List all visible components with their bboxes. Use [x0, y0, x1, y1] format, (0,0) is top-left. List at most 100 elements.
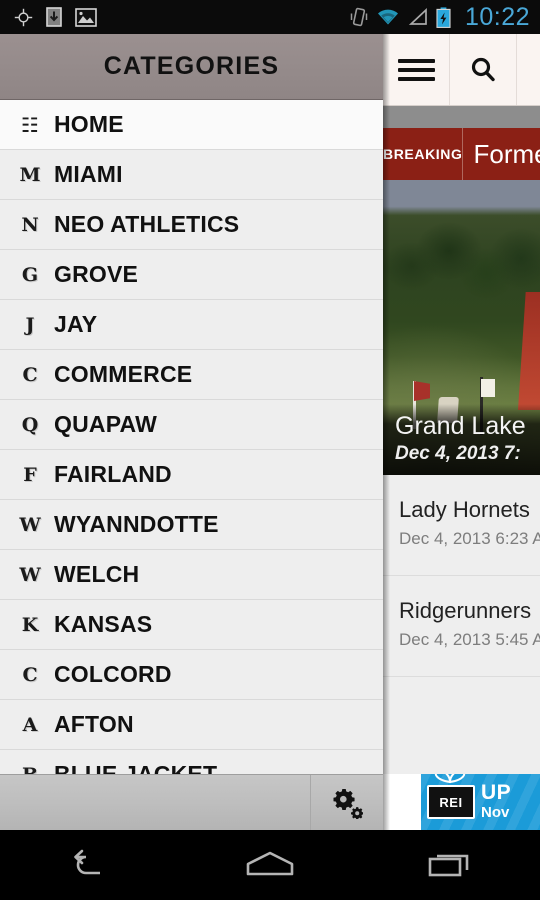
sidebar-item-welch[interactable]: W WELCH — [0, 550, 383, 600]
sidebar-item-miami[interactable]: M MIAMI — [0, 150, 383, 200]
android-screen: 10:22 BREAKING Forme — [0, 0, 540, 900]
sidebar-item-fairland[interactable]: F FAIRLAND — [0, 450, 383, 500]
search-icon — [468, 55, 498, 85]
page-title: CATEGORIES — [103, 52, 280, 80]
status-bar-left-icons — [14, 7, 97, 27]
hero-article-image[interactable]: Grand Lake Dec 4, 2013 7: — [383, 180, 540, 475]
sidebar-item-blue-jacket[interactable]: B BLUE JACKET — [0, 750, 383, 774]
letter-k-icon: K — [21, 613, 39, 636]
article-date: Dec 4, 2013 5:45 A — [399, 630, 540, 649]
letter-j-icon: J — [25, 313, 35, 336]
settings-button[interactable] — [311, 775, 383, 830]
ad-left-margin — [383, 774, 421, 830]
vibrate-icon — [350, 7, 368, 27]
nav-home-button[interactable] — [180, 848, 360, 882]
article-list-item[interactable]: Ridgerunners Dec 4, 2013 5:45 A — [383, 576, 540, 677]
white-flag — [481, 379, 495, 397]
nav-recents-button[interactable] — [360, 848, 540, 882]
letter-g-icon: G — [21, 263, 39, 286]
wifi-icon — [376, 8, 400, 26]
document-icon: ☷ — [21, 112, 39, 137]
sidebar-item-wyanndotte[interactable]: W WYANNDOTTE — [0, 500, 383, 550]
letter-f-icon: F — [23, 463, 37, 486]
breaking-badge: BREAKING — [383, 128, 464, 180]
breaking-headline: Forme — [473, 138, 540, 169]
letter-a-icon: A — [22, 713, 38, 736]
ad-headline: UP — [481, 781, 512, 805]
sidebar-item-label: QUAPAW — [54, 411, 157, 437]
sidebar-item-label: WELCH — [54, 561, 140, 587]
rei-logo: REI — [427, 785, 475, 819]
letter-m-icon: M — [19, 163, 41, 186]
gps-icon — [14, 8, 33, 27]
sidebar-item-kansas[interactable]: K KANSAS — [0, 600, 383, 650]
sidebar-item-label: KANSAS — [54, 611, 153, 637]
sidebar-item-afton[interactable]: A AFTON — [0, 700, 383, 750]
sidebar-item-label: HOME — [54, 111, 124, 137]
red-flag — [414, 381, 430, 401]
sidebar-item-quapaw[interactable]: Q QUAPAW — [0, 400, 383, 450]
home-icon — [243, 848, 297, 882]
hamburger-menu-icon — [397, 54, 435, 86]
ad-subline: Nov — [481, 804, 510, 822]
categories-drawer: CATEGORIES ☷ HOME M MIAMI N NEO ATHLETIC… — [0, 34, 383, 774]
sidebar-item-label: GROVE — [54, 261, 139, 287]
status-bar-clock: 10:22 — [464, 2, 530, 31]
article-title: Lady Hornets — [399, 497, 530, 522]
sidebar-item-colcord[interactable]: C COLCORD — [0, 650, 383, 700]
letter-w-icon: W — [19, 563, 41, 586]
ad-content[interactable]: REI UP Nov — [421, 774, 540, 830]
sidebar-item-label: WYANNDOTTE — [54, 511, 219, 537]
article-list-item[interactable]: Lady Hornets Dec 4, 2013 6:23 A — [383, 475, 540, 576]
app-toolbar — [383, 34, 540, 106]
back-icon — [67, 848, 113, 882]
letter-w-icon: W — [19, 513, 41, 536]
article-title: Ridgerunners — [399, 598, 532, 623]
letter-n-icon: N — [21, 213, 39, 236]
sidebar-item-label: AFTON — [54, 711, 134, 737]
sidebar-item-neo-athletics[interactable]: N NEO ATHLETICS — [0, 200, 383, 250]
status-bar-right-icons: 10:22 — [350, 3, 530, 32]
rei-logo-text: REI — [439, 794, 463, 810]
category-list: ☷ HOME M MIAMI N NEO ATHLETICS G GROVE J… — [0, 100, 383, 774]
android-navigation-bar — [0, 830, 540, 900]
article-list-tail — [383, 677, 540, 705]
nav-back-button[interactable] — [0, 848, 180, 882]
gift-bow-icon — [434, 774, 466, 784]
hero-date: Dec 4, 2013 7: — [395, 443, 521, 464]
search-button[interactable] — [450, 34, 517, 105]
letter-c-icon: C — [22, 663, 38, 686]
sidebar-item-label: BLUE JACKET — [54, 761, 218, 774]
battery-charging-icon — [436, 6, 451, 28]
status-bar: 10:22 — [0, 0, 540, 34]
treeline-decoration — [383, 206, 540, 356]
recents-icon — [426, 848, 474, 882]
sidebar-item-label: COLCORD — [54, 661, 172, 687]
drawer-header: CATEGORIES — [0, 34, 383, 100]
screenshot-icon — [75, 7, 97, 27]
toolbar-overflow-area[interactable] — [517, 34, 540, 105]
sidebar-item-label: COMMERCE — [54, 361, 193, 387]
article-date: Dec 4, 2013 6:23 A — [399, 529, 540, 548]
letter-c-icon: C — [22, 363, 38, 386]
sidebar-item-label: FAIRLAND — [54, 461, 172, 487]
hero-caption: Grand Lake Dec 4, 2013 7: — [383, 404, 540, 475]
letter-q-icon: Q — [21, 413, 39, 436]
advertisement-banner[interactable]: REI UP Nov — [383, 774, 540, 830]
sidebar-item-label: JAY — [54, 311, 98, 337]
sidebar-item-home[interactable]: ☷ HOME — [0, 100, 383, 150]
sidebar-item-jay[interactable]: J JAY — [0, 300, 383, 350]
content-divider-strip — [383, 106, 540, 128]
action-bar-spacer — [0, 775, 311, 830]
app-content-pane: BREAKING Forme Grand Lake Dec 4, 2013 7:… — [383, 34, 540, 830]
hero-title: Grand Lake — [395, 412, 526, 441]
settings-gear-icon — [331, 787, 363, 819]
breaking-news-banner[interactable]: BREAKING Forme — [383, 128, 540, 180]
sidebar-item-grove[interactable]: G GROVE — [0, 250, 383, 300]
hamburger-menu-button[interactable] — [383, 34, 450, 105]
drawer-action-bar — [0, 774, 383, 830]
sidebar-item-commerce[interactable]: C COMMERCE — [0, 350, 383, 400]
signal-icon — [408, 8, 428, 26]
letter-b-icon: B — [12, 764, 48, 775]
ad-text-block: UP Nov — [481, 782, 511, 822]
